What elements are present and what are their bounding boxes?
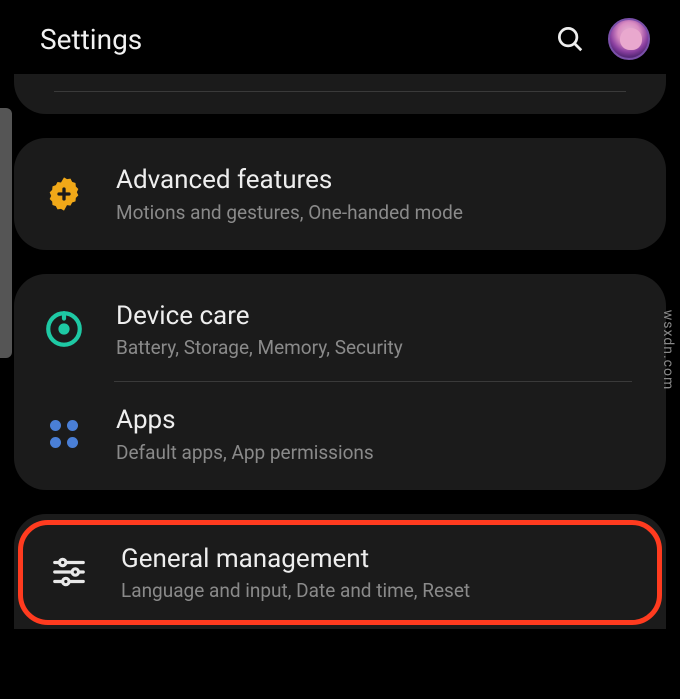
profile-avatar[interactable] <box>608 18 650 60</box>
watermark: wsxdn.com <box>660 309 676 389</box>
row-subtitle: Motions and gestures, One-handed mode <box>116 201 636 224</box>
apps-icon <box>36 416 92 452</box>
settings-row-advanced-features[interactable]: Advanced features Motions and gestures, … <box>14 142 666 246</box>
settings-card: Advanced features Motions and gestures, … <box>14 138 666 250</box>
device-care-icon <box>36 308 92 350</box>
page-title: Settings <box>40 23 550 56</box>
row-title: Apps <box>116 404 636 437</box>
sliders-icon <box>41 553 97 591</box>
settings-card: General management Language and input, D… <box>14 514 666 630</box>
row-title: General management <box>121 543 631 576</box>
row-subtitle: Battery, Storage, Memory, Security <box>116 336 636 359</box>
scroll-indicator[interactable] <box>0 108 12 358</box>
row-subtitle: Language and input, Date and time, Reset <box>121 579 631 602</box>
settings-list: Advanced features Motions and gestures, … <box>0 74 680 629</box>
settings-row-apps[interactable]: Apps Default apps, App permissions <box>14 382 666 486</box>
search-button[interactable] <box>550 19 590 59</box>
row-subtitle: Default apps, App permissions <box>116 441 636 464</box>
row-title: Advanced features <box>116 164 636 197</box>
row-title: Device care <box>116 300 636 333</box>
settings-row-device-care[interactable]: Device care Battery, Storage, Memory, Se… <box>14 278 666 382</box>
header: Settings <box>0 0 680 74</box>
settings-row-general-management[interactable]: General management Language and input, D… <box>18 520 662 626</box>
search-icon <box>555 24 585 54</box>
settings-card: Device care Battery, Storage, Memory, Se… <box>14 274 666 490</box>
gear-icon <box>36 174 92 214</box>
previous-card-peek <box>14 74 666 114</box>
